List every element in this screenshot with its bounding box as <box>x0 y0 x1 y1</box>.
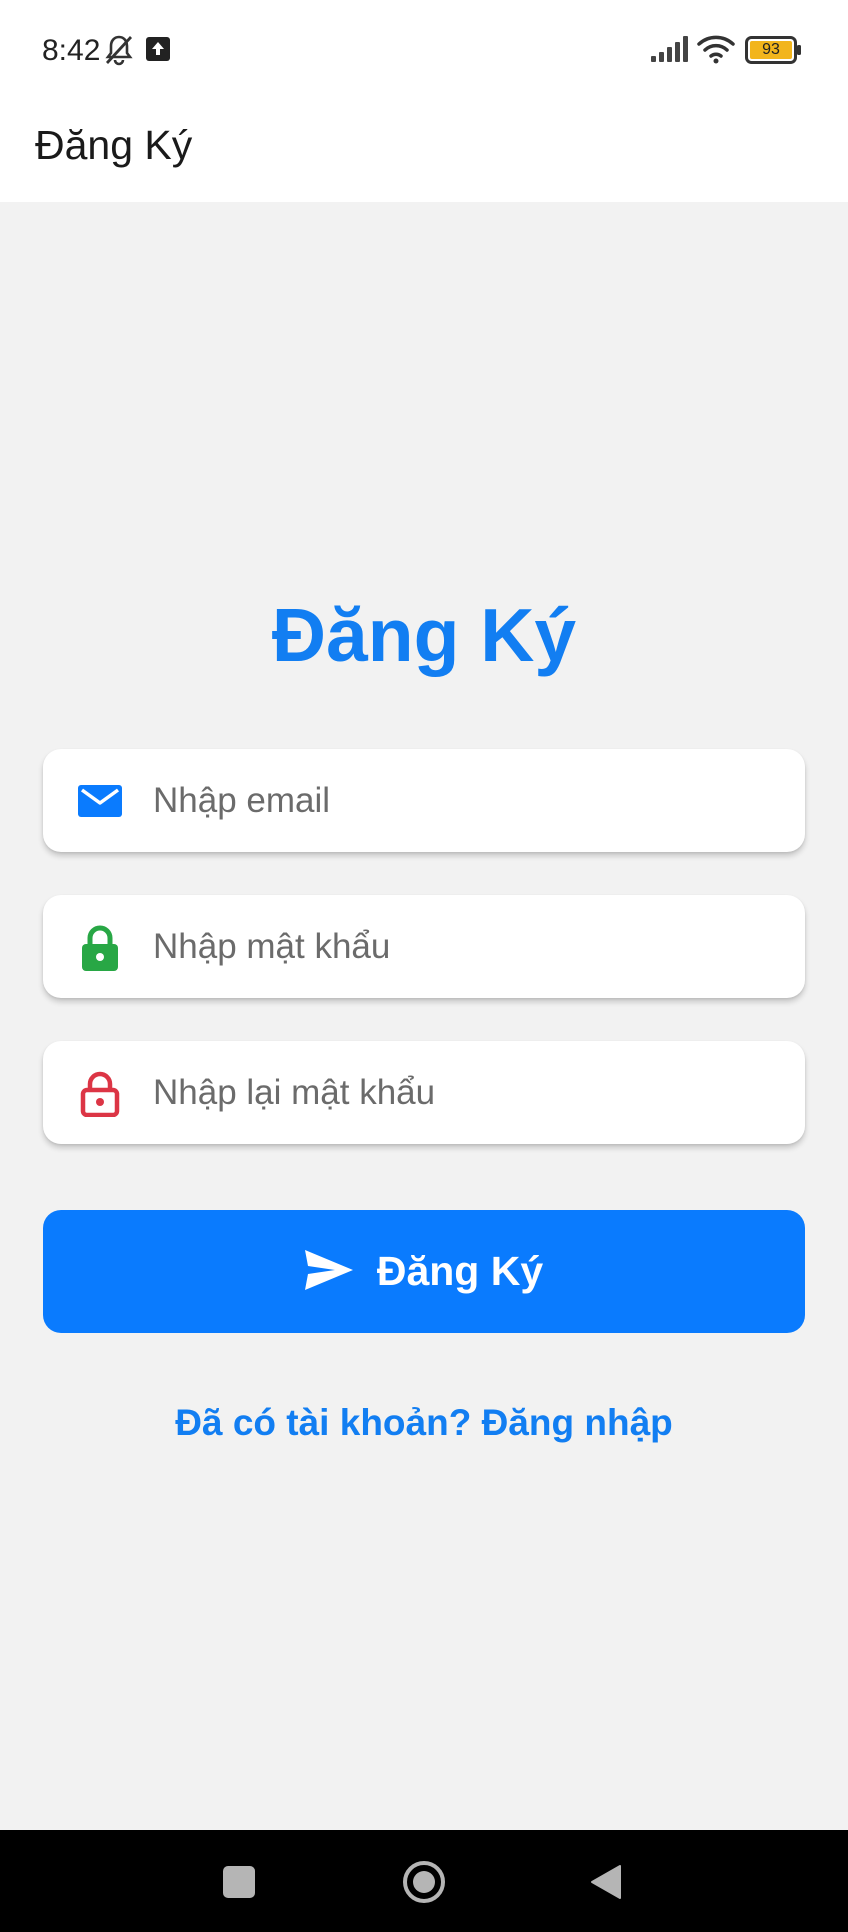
lock-icon <box>78 925 122 971</box>
signal-icon <box>651 36 689 67</box>
recents-square-icon[interactable] <box>223 1866 255 1903</box>
login-link[interactable]: Đã có tài khoản? Đăng nhập <box>0 1402 848 1444</box>
mail-icon <box>78 779 122 823</box>
back-triangle-icon[interactable] <box>590 1864 622 1905</box>
bell-off-icon <box>104 34 134 71</box>
home-circle-icon[interactable] <box>402 1860 446 1909</box>
register-button[interactable]: Đăng Ký <box>43 1210 805 1333</box>
app-bar: Đăng Ký <box>0 100 848 202</box>
send-icon <box>304 1250 353 1293</box>
register-button-label: Đăng Ký <box>376 1248 544 1294</box>
password-input[interactable] <box>153 895 773 998</box>
wifi-icon <box>697 34 735 69</box>
upload-icon <box>146 37 170 66</box>
navigation-bar <box>0 1830 848 1932</box>
email-field[interactable] <box>43 749 805 852</box>
lock-open-icon <box>78 1071 122 1118</box>
confirm-password-input[interactable] <box>153 1041 773 1144</box>
page-heading: Đăng Ký <box>271 593 577 677</box>
email-input[interactable] <box>153 749 773 852</box>
battery-level: 93 <box>762 41 780 58</box>
app-bar-title: Đăng Ký <box>35 122 193 168</box>
password-field[interactable] <box>43 895 805 998</box>
status-bar: 8:42 93 <box>0 0 848 100</box>
status-time: 8:42 <box>42 34 101 67</box>
register-screen: 8:42 93 Đăng Ký Đăng Ký Nhập email Đăng … <box>0 0 848 1932</box>
confirm-password-field[interactable] <box>43 1041 805 1144</box>
